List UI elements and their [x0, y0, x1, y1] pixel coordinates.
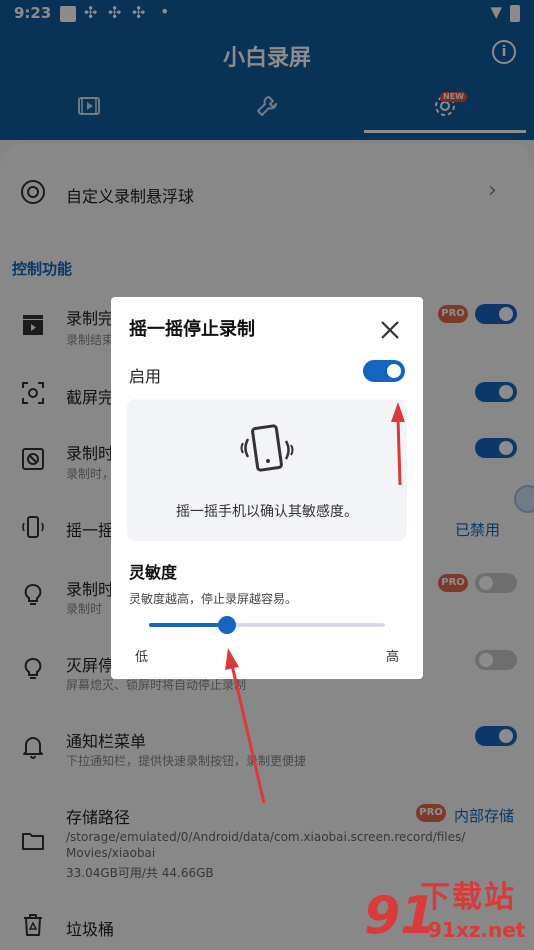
- sensitivity-title: 灵敏度: [129, 563, 178, 582]
- site-watermark: 91 下载站 91xz.net: [362, 868, 534, 950]
- sensitivity-slider-thumb[interactable]: [217, 616, 236, 634]
- slider-low-label: 低: [135, 650, 149, 665]
- shake-stop-dialog: 摇一摇停止录制 启用 摇一摇手机以确认其敏感度。 灵敏度 灵敏度越高，停止录屏越…: [111, 297, 423, 679]
- enable-toggle[interactable]: [363, 360, 405, 382]
- slider-high-label: 高: [386, 650, 400, 665]
- watermark-text: 下载站: [420, 880, 516, 915]
- sensitivity-description: 灵敏度越高，停止录屏越容易。: [129, 592, 298, 606]
- sensitivity-slider-track[interactable]: [149, 623, 385, 627]
- close-icon[interactable]: [379, 319, 401, 341]
- sensitivity-slider-fill: [149, 623, 227, 627]
- watermark-url: 91xz.net: [428, 918, 526, 942]
- shake-test-card: 摇一摇手机以确认其敏感度。: [127, 399, 407, 541]
- enable-label: 启用: [129, 367, 162, 386]
- shake-instruction: 摇一摇手机以确认其敏感度。: [176, 504, 358, 520]
- dialog-title: 摇一摇停止录制: [129, 319, 255, 340]
- shake-phone-icon: [240, 424, 294, 472]
